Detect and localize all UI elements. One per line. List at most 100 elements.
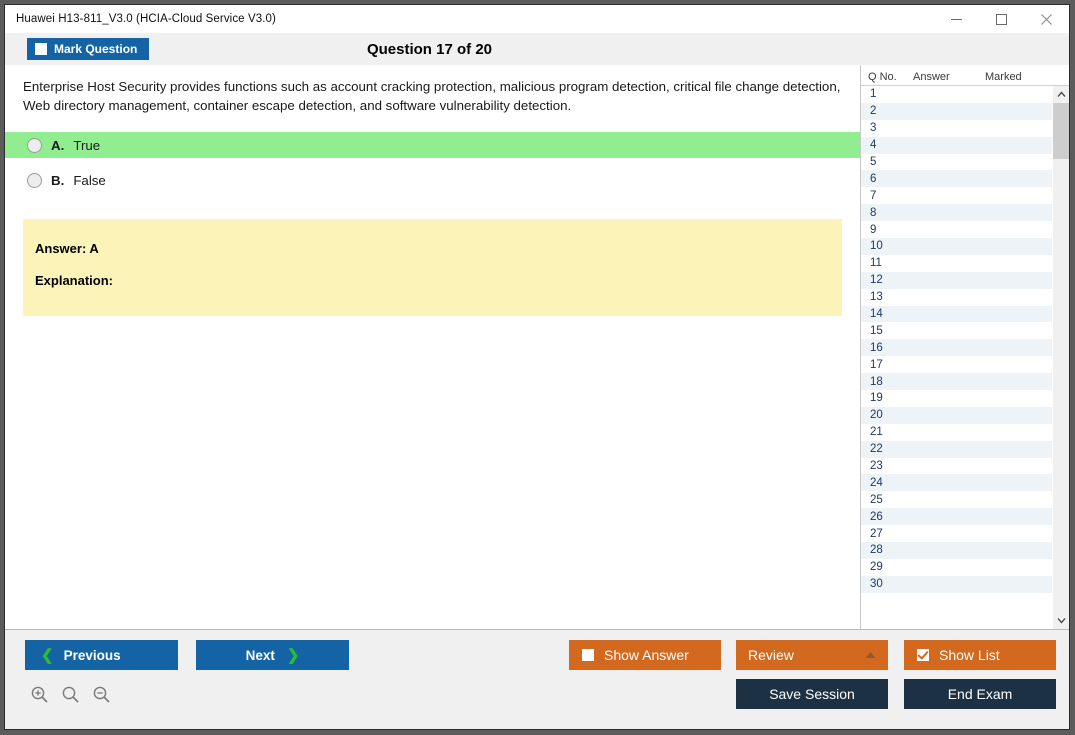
table-row[interactable]: 6	[861, 170, 1052, 187]
show-list-label: Show List	[939, 647, 1000, 663]
cell-question-number: 25	[861, 494, 913, 506]
table-row[interactable]: 11	[861, 255, 1052, 272]
cell-question-number: 2	[861, 105, 913, 117]
minimize-icon	[950, 13, 963, 26]
next-button[interactable]: Next ❯	[196, 640, 349, 670]
choice-label-a: True	[73, 138, 100, 153]
choice-option-a[interactable]: A. True	[5, 132, 860, 158]
table-row[interactable]: 27	[861, 525, 1052, 542]
column-header-qno: Q No.	[861, 71, 913, 83]
table-row[interactable]: 20	[861, 407, 1052, 424]
end-exam-label: End Exam	[948, 686, 1013, 702]
table-row[interactable]: 24	[861, 474, 1052, 491]
show-list-button[interactable]: Show List	[904, 640, 1056, 670]
cell-question-number: 27	[861, 528, 913, 540]
cell-question-number: 18	[861, 376, 913, 388]
cell-question-number: 4	[861, 139, 913, 151]
table-row[interactable]: 28	[861, 542, 1052, 559]
mark-question-label: Mark Question	[54, 42, 137, 56]
scroll-up-button[interactable]	[1053, 86, 1069, 103]
table-row[interactable]: 7	[861, 187, 1052, 204]
radio-icon-a[interactable]	[27, 138, 42, 153]
cell-question-number: 16	[861, 342, 913, 354]
table-row[interactable]: 29	[861, 559, 1052, 576]
zoom-out-button[interactable]	[89, 682, 113, 706]
zoom-in-button[interactable]	[27, 682, 51, 706]
choice-option-b[interactable]: B. False	[5, 167, 860, 193]
maximize-button[interactable]	[979, 5, 1024, 33]
cell-question-number: 23	[861, 460, 913, 472]
table-row[interactable]: 18	[861, 373, 1052, 390]
choice-letter-b: B.	[51, 173, 64, 188]
cell-question-number: 28	[861, 544, 913, 556]
review-dropdown[interactable]: Review	[736, 640, 888, 670]
table-row[interactable]: 13	[861, 289, 1052, 306]
show-answer-button[interactable]: Show Answer	[569, 640, 721, 670]
cell-question-number: 12	[861, 274, 913, 286]
table-row[interactable]: 14	[861, 306, 1052, 323]
question-text: Enterprise Host Security provides functi…	[5, 65, 860, 115]
save-session-button[interactable]: Save Session	[736, 679, 888, 709]
choice-letter-a: A.	[51, 138, 64, 153]
table-row[interactable]: 4	[861, 137, 1052, 154]
question-counter: Question 17 of 20	[5, 41, 1069, 58]
table-row[interactable]: 15	[861, 322, 1052, 339]
window-controls	[934, 5, 1069, 33]
cell-question-number: 1	[861, 88, 913, 100]
table-row[interactable]: 25	[861, 491, 1052, 508]
table-row[interactable]: 8	[861, 204, 1052, 221]
column-header-answer: Answer	[913, 71, 985, 83]
scroll-down-button[interactable]	[1053, 612, 1069, 629]
previous-button[interactable]: ❮ Previous	[25, 640, 178, 670]
caret-up-icon	[865, 652, 876, 659]
close-button[interactable]	[1024, 5, 1069, 33]
end-exam-button[interactable]: End Exam	[904, 679, 1056, 709]
table-row[interactable]: 5	[861, 154, 1052, 171]
radio-icon-b[interactable]	[27, 173, 42, 188]
cell-question-number: 6	[861, 173, 913, 185]
table-row[interactable]: 21	[861, 424, 1052, 441]
answer-text: Answer: A	[23, 241, 842, 256]
table-row[interactable]: 19	[861, 390, 1052, 407]
table-row[interactable]: 3	[861, 120, 1052, 137]
cell-question-number: 29	[861, 561, 913, 573]
cell-question-number: 10	[861, 240, 913, 252]
question-list-header: Q No. Answer Marked	[861, 65, 1069, 86]
question-list-rows: 1234567891011121314151617181920212223242…	[861, 86, 1052, 629]
question-header-bar: Mark Question Question 17 of 20	[5, 33, 1069, 65]
table-row[interactable]: 1	[861, 86, 1052, 103]
scrollbar-track[interactable]	[1053, 103, 1069, 612]
table-row[interactable]: 22	[861, 441, 1052, 458]
table-row[interactable]: 23	[861, 458, 1052, 475]
footer-toolbar: ❮ Previous Next ❯ Show Answer Review Sho…	[5, 629, 1069, 729]
title-bar: Huawei H13-811_V3.0 (HCIA-Cloud Service …	[5, 5, 1069, 33]
cell-question-number: 20	[861, 409, 913, 421]
table-row[interactable]: 16	[861, 339, 1052, 356]
zoom-reset-button[interactable]	[58, 682, 82, 706]
chevron-up-icon	[1057, 91, 1066, 98]
zoom-in-icon	[30, 685, 49, 704]
mark-question-button[interactable]: Mark Question	[27, 38, 149, 60]
table-row[interactable]: 17	[861, 356, 1052, 373]
table-row[interactable]: 30	[861, 576, 1052, 593]
column-header-marked: Marked	[985, 71, 1069, 83]
explanation-text: Explanation:	[23, 273, 842, 288]
question-list-scrollbar[interactable]	[1052, 86, 1069, 629]
chevron-down-icon	[1057, 617, 1066, 624]
table-row[interactable]: 12	[861, 272, 1052, 289]
minimize-button[interactable]	[934, 5, 979, 33]
table-row[interactable]: 9	[861, 221, 1052, 238]
answer-explanation-box: Answer: A Explanation:	[23, 219, 842, 316]
question-list-pane: Q No. Answer Marked 12345678910111213141…	[860, 65, 1069, 629]
close-icon	[1040, 13, 1053, 26]
table-row[interactable]: 26	[861, 508, 1052, 525]
cell-question-number: 30	[861, 578, 913, 590]
table-row[interactable]: 2	[861, 103, 1052, 120]
cell-question-number: 21	[861, 426, 913, 438]
show-answer-label: Show Answer	[604, 647, 689, 663]
table-row[interactable]: 10	[861, 238, 1052, 255]
zoom-out-icon	[92, 685, 111, 704]
cell-question-number: 11	[861, 257, 913, 269]
zoom-controls	[27, 682, 113, 706]
scrollbar-thumb[interactable]	[1053, 103, 1069, 159]
